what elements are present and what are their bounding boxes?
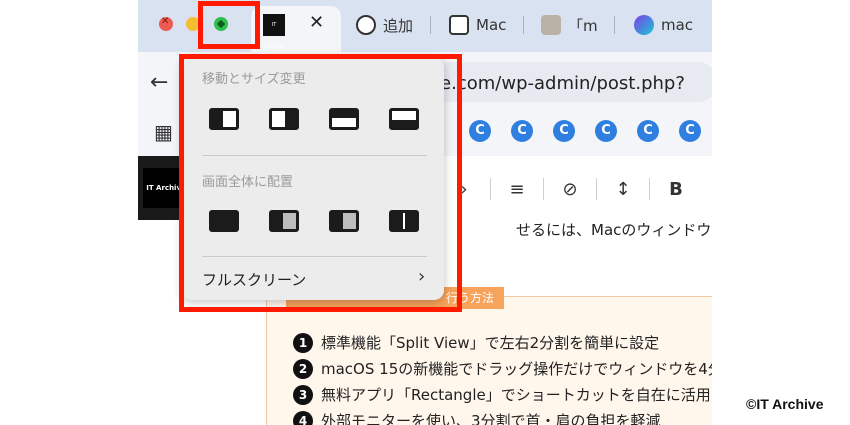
list-item-text: 外部モニターを使い、3分割で首・肩の負担を軽減 (321, 412, 661, 425)
highlight-zoom-button (198, 1, 260, 49)
bookmark-canva-icon[interactable]: C (637, 120, 659, 142)
tab-active[interactable]: IT Archive ✕ (251, 6, 341, 52)
align-icon[interactable]: ≡ (491, 179, 543, 200)
tab-label: 追加 (383, 16, 414, 35)
list-item-text: macOS 15の新機能でドラッグ操作だけでウィンドウを4分 (321, 360, 712, 378)
list-item: 3 無料アプリ「Rectangle」でショートカットを自在に活用 (293, 384, 711, 405)
list-number: 3 (293, 384, 313, 405)
it-archive-favicon: IT Archive (263, 14, 285, 50)
bookmark-canva-icon[interactable]: C (595, 120, 617, 142)
browser-screenshot: IT Archive ✕ 追加 Mac 「m mac ← hive.com/wp… (138, 0, 712, 425)
article-intro: せるには、Macのウィンドウを分割表示 (516, 221, 712, 239)
tab-separator (614, 16, 615, 34)
chatgpt-icon (356, 15, 376, 35)
list-item: 4 外部モニターを使い、3分割で首・肩の負担を軽減 (293, 410, 661, 425)
apps-grid-icon[interactable]: ▦ (154, 120, 173, 144)
list-item: 2 macOS 15の新機能でドラッグ操作だけでウィンドウを4分 (293, 358, 712, 379)
tab-label: mac (661, 16, 694, 34)
tab-mac[interactable]: Mac (449, 12, 506, 38)
list-number: 1 (293, 332, 313, 353)
list-item: 1 標準機能「Split View」で左右2分割を簡単に設定 (293, 332, 659, 353)
canva-icon (634, 15, 654, 35)
list-number: 2 (293, 358, 313, 379)
photo-icon (541, 15, 561, 35)
credit-watermark: ©IT Archive (746, 396, 824, 412)
bookmark-canva-icon[interactable]: C (469, 120, 491, 142)
list-item-text: 標準機能「Split View」で左右2分割を簡単に設定 (321, 334, 660, 352)
editor-toolbar: › ≡ ⊘ ↕ B I (438, 174, 712, 204)
bold-button[interactable]: B (650, 179, 702, 200)
bookmark-canva-icon[interactable]: C (511, 120, 533, 142)
italic-button[interactable]: I (702, 179, 712, 200)
window-close-button[interactable] (159, 16, 173, 31)
tab-label: 「m (568, 16, 598, 35)
highlight-snap-menu (179, 54, 462, 312)
list-item-text: 無料アプリ「Rectangle」でショートカットを自在に活用 (321, 386, 711, 404)
height-icon[interactable]: ↕ (597, 179, 649, 200)
bookmark-canva-icon[interactable]: C (679, 120, 701, 142)
tab-separator (523, 16, 524, 34)
back-arrow-icon[interactable]: ← (150, 70, 168, 95)
tab-mac-search[interactable]: mac (634, 12, 693, 38)
tab-close-icon[interactable]: ✕ (309, 12, 324, 33)
tab-m[interactable]: 「m (541, 12, 598, 38)
tab-label: Mac (476, 16, 507, 34)
tab-add[interactable]: 追加 (356, 12, 413, 38)
no-image-icon[interactable]: ⊘ (544, 179, 596, 200)
tab-separator (430, 16, 431, 34)
bookmark-canva-icon[interactable]: C (553, 120, 575, 142)
list-number: 4 (293, 410, 313, 425)
app-icon (449, 15, 469, 35)
